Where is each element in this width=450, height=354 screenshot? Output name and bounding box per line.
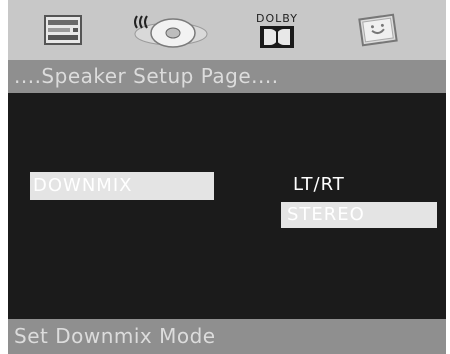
dolby-label: DOLBY [256, 12, 298, 25]
tab-speaker-setup[interactable] [120, 0, 220, 60]
osd-screen: DOLBY ....Speaker Setup Page.... DOWNMIX… [8, 0, 446, 354]
preference-icon [358, 13, 398, 47]
menu-item-downmix[interactable]: DOWNMIX [30, 172, 214, 200]
tab-dolby[interactable]: DOLBY [234, 0, 320, 60]
top-tab-bar: DOLBY [8, 0, 446, 60]
tab-general-setup[interactable] [22, 0, 104, 60]
general-setup-icon [44, 15, 82, 45]
speaker-audio-icon [134, 15, 208, 48]
tab-preference[interactable] [338, 0, 418, 60]
page-title: ....Speaker Setup Page.... [8, 60, 446, 93]
option-stereo[interactable]: STEREO [281, 202, 437, 228]
status-text: Set Downmix Mode [8, 319, 446, 354]
dolby-icon [260, 26, 294, 48]
settings-panel: DOWNMIX LT/RT STEREO [8, 93, 446, 319]
option-lt-rt[interactable]: LT/RT [293, 173, 345, 197]
